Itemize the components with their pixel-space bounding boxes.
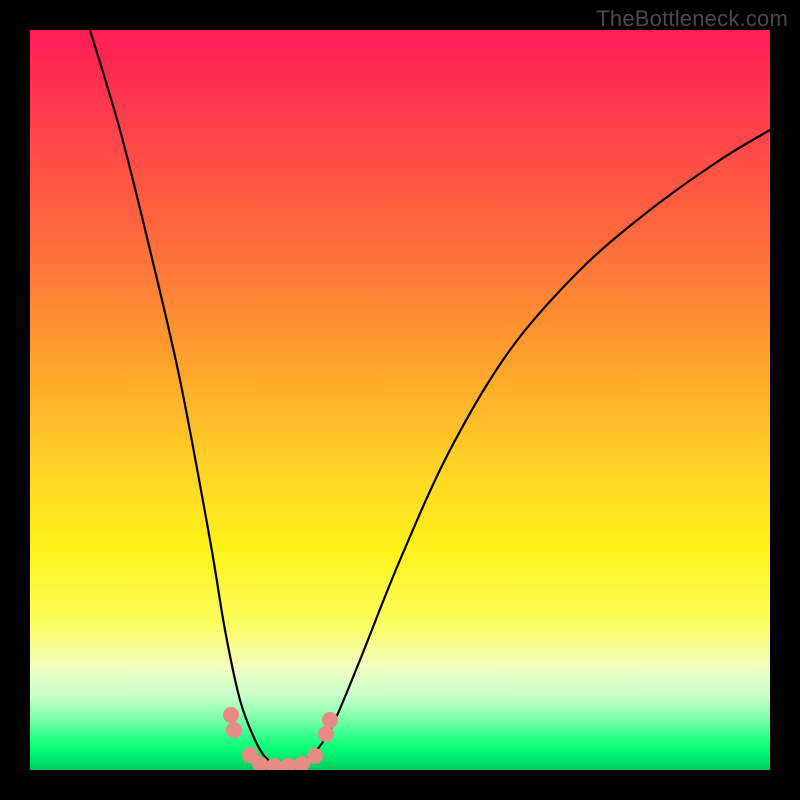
marker-group: [223, 707, 338, 770]
curve-marker: [322, 712, 338, 728]
chart-svg: [30, 30, 770, 770]
curve-marker: [223, 707, 239, 723]
curve-marker: [280, 758, 296, 770]
curve-marker: [307, 748, 323, 764]
curve-marker: [318, 726, 334, 742]
watermark-text: TheBottleneck.com: [596, 6, 788, 32]
curve-marker: [226, 722, 242, 738]
chart-frame: [30, 30, 770, 770]
bottleneck-curve-path: [90, 30, 770, 765]
